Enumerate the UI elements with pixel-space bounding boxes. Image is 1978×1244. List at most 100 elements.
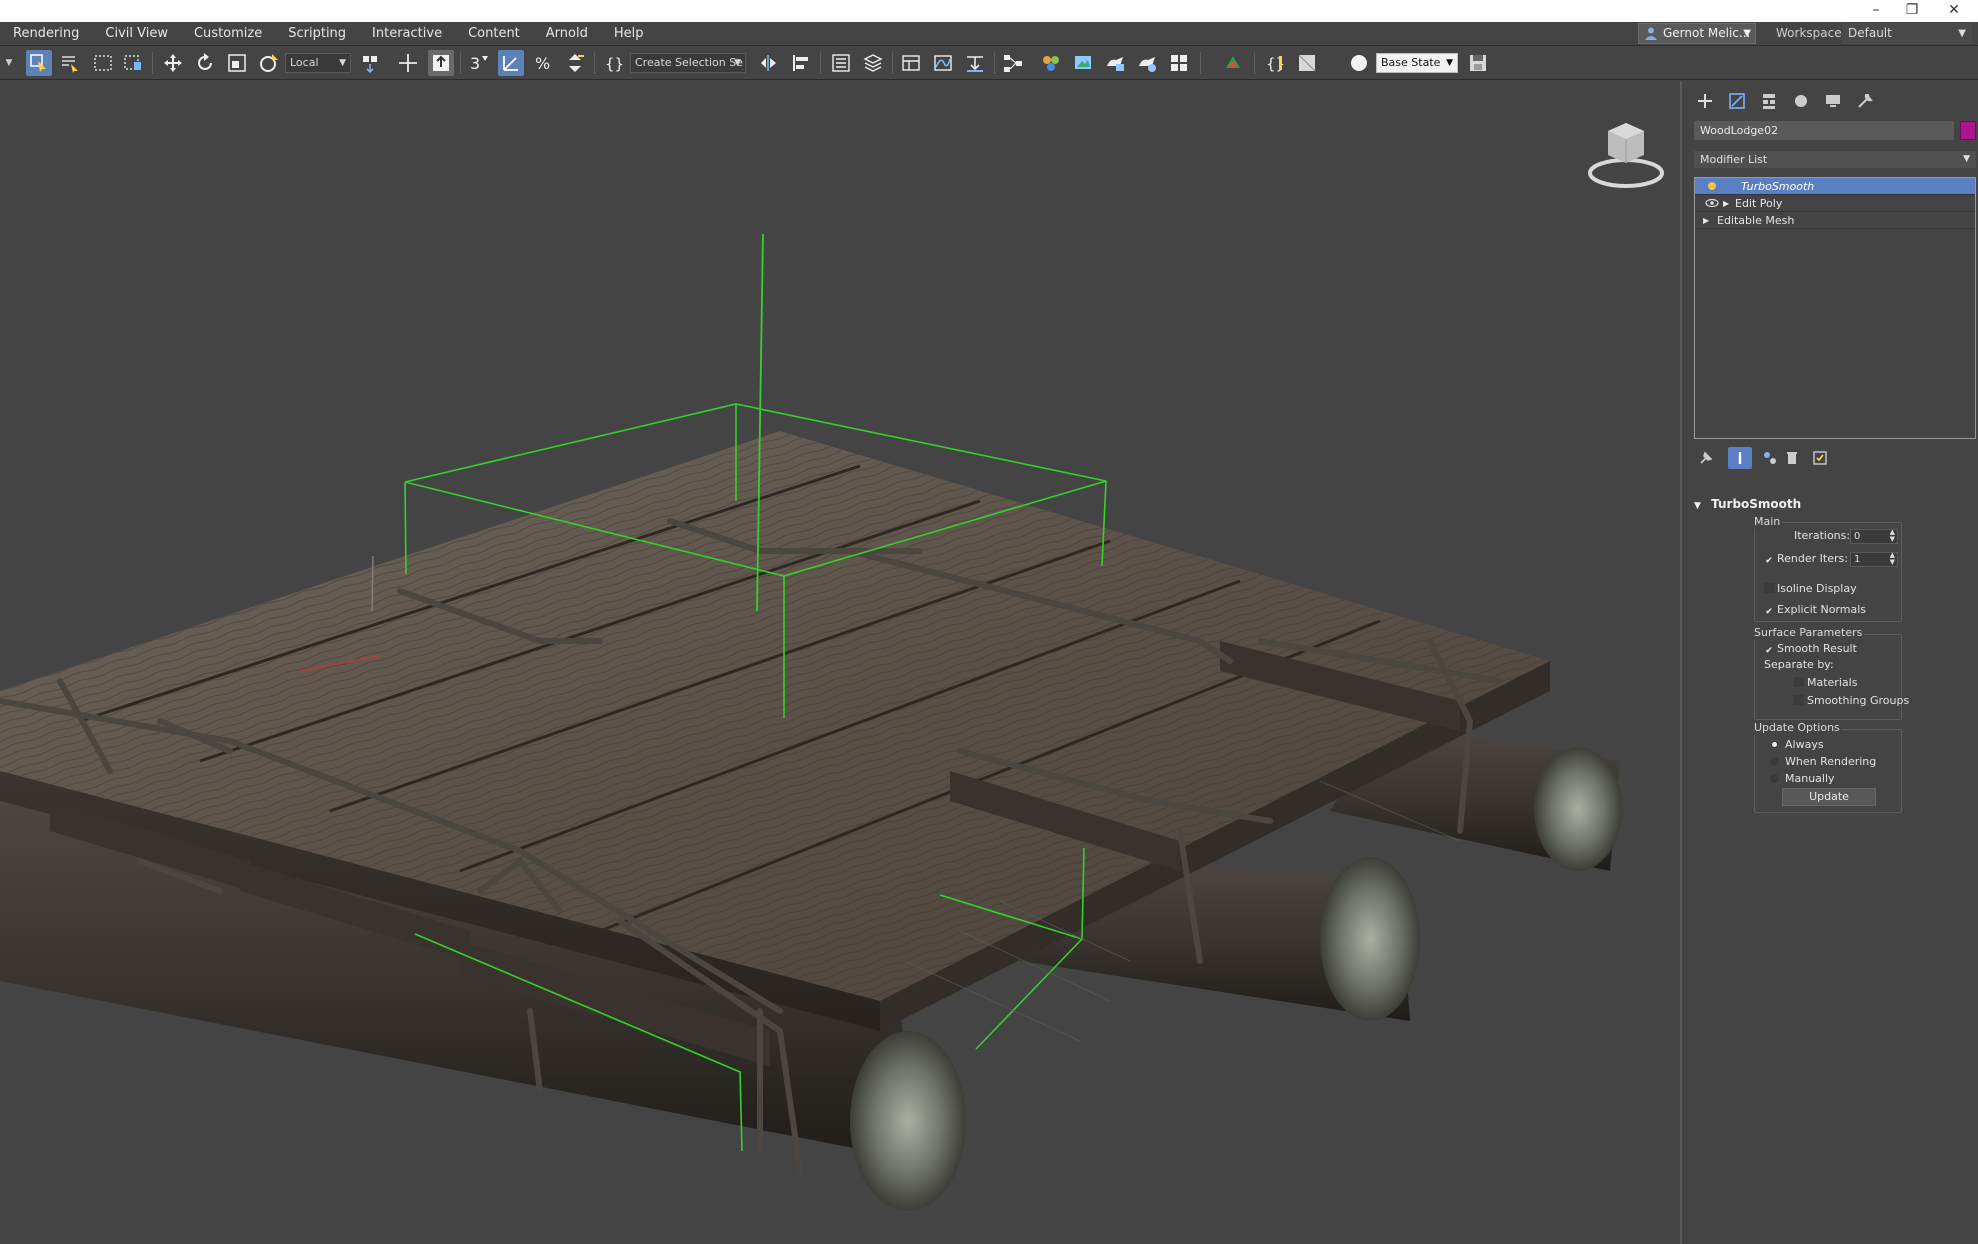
material-editor-icon[interactable] bbox=[1038, 50, 1064, 76]
select-by-name-icon[interactable] bbox=[57, 50, 83, 76]
svg-text:{}: {} bbox=[605, 55, 624, 73]
reference-coordinate-dropdown[interactable]: Local ▼ bbox=[285, 53, 351, 73]
rotate-icon[interactable] bbox=[192, 50, 218, 76]
utilities-tab-icon[interactable] bbox=[1852, 89, 1878, 113]
stack-tools bbox=[1694, 445, 1976, 471]
viewport-layout-icon[interactable] bbox=[1294, 50, 1320, 76]
stack-item-editable-mesh[interactable]: ▶ Editable Mesh bbox=[1695, 212, 1975, 229]
rendered-frame-window-icon[interactable] bbox=[1102, 50, 1128, 76]
window-crossing-icon[interactable] bbox=[120, 50, 146, 76]
select-manipulate-icon[interactable] bbox=[395, 50, 421, 76]
scene-explorer-icon[interactable] bbox=[828, 50, 854, 76]
bulb-icon[interactable] bbox=[1705, 180, 1719, 192]
eye-icon[interactable] bbox=[1705, 197, 1719, 209]
keyboard-shortcut-override-icon[interactable] bbox=[428, 50, 454, 76]
isoline-display-checkbox[interactable]: Isoline Display bbox=[1764, 581, 1857, 597]
stack-item-edit-poly[interactable]: ▶ Edit Poly bbox=[1695, 195, 1975, 212]
state-set-dropdown[interactable]: Base State ▼ bbox=[1376, 53, 1458, 73]
smooth-result-checkbox[interactable]: ✔ Smooth Result bbox=[1764, 641, 1857, 657]
select-object-icon[interactable] bbox=[26, 50, 52, 76]
hierarchy-tab-icon[interactable] bbox=[1756, 89, 1782, 113]
layer-explorer-icon[interactable] bbox=[860, 50, 886, 76]
coord-system-value: Local bbox=[290, 56, 319, 69]
dope-sheet-icon[interactable] bbox=[962, 50, 988, 76]
mirror-icon[interactable] bbox=[756, 50, 782, 76]
render-in-cloud-icon[interactable] bbox=[1166, 50, 1192, 76]
render-iters-checkbox[interactable]: ✔ Render Iters: bbox=[1764, 551, 1848, 567]
move-icon[interactable] bbox=[160, 50, 186, 76]
pin-stack-icon[interactable] bbox=[1694, 447, 1718, 469]
remove-modifier-icon[interactable] bbox=[1780, 447, 1804, 469]
spinner-arrows-icon[interactable]: ▲ ▼ bbox=[1890, 529, 1895, 543]
rollout-header-turbosmooth[interactable]: ▼ TurboSmooth bbox=[1694, 495, 1976, 513]
update-button[interactable]: Update bbox=[1782, 788, 1876, 806]
toolbar-menu-icon[interactable]: ▼ bbox=[0, 50, 18, 76]
user-account-dropdown[interactable]: Gernot Melic... ▼ bbox=[1638, 23, 1756, 44]
iterations-spinner[interactable]: 0 ▲ ▼ bbox=[1850, 529, 1898, 544]
expand-arrow-icon[interactable]: ▶ bbox=[1703, 212, 1709, 229]
menu-content[interactable]: Content bbox=[455, 22, 533, 46]
materials-checkbox[interactable]: Materials bbox=[1794, 675, 1857, 691]
align-icon[interactable] bbox=[788, 50, 814, 76]
script-icon[interactable]: {} bbox=[1262, 50, 1288, 76]
menu-scripting[interactable]: Scripting bbox=[275, 22, 359, 46]
create-selection-set-dropdown[interactable]: Create Selection Se ▼ bbox=[630, 53, 746, 73]
smooth-result-label: Smooth Result bbox=[1777, 642, 1857, 655]
create-tab-icon[interactable] bbox=[1692, 89, 1718, 113]
chevron-down-icon: ▼ bbox=[339, 58, 346, 68]
manually-radio[interactable]: Manually bbox=[1770, 771, 1835, 787]
menu-civil-view[interactable]: Civil View bbox=[92, 22, 181, 46]
render-production-icon[interactable] bbox=[1134, 50, 1160, 76]
modifier-stack: TurboSmooth ▶ Edit Poly ▶ Editable Mesh bbox=[1694, 177, 1976, 439]
curve-editor-icon[interactable] bbox=[930, 50, 956, 76]
menu-arnold[interactable]: Arnold bbox=[533, 22, 601, 46]
ribbon-toggle-icon[interactable] bbox=[898, 50, 924, 76]
object-color-swatch[interactable] bbox=[1960, 121, 1976, 140]
configure-modifier-sets-icon[interactable] bbox=[1808, 447, 1832, 469]
modify-tab-icon[interactable] bbox=[1724, 89, 1750, 113]
workspace-dropdown[interactable]: Default ▼ bbox=[1842, 23, 1972, 44]
place-icon[interactable] bbox=[256, 50, 282, 76]
minimize-button[interactable]: – bbox=[1858, 0, 1894, 22]
object-name-field[interactable]: WoodLodge02 bbox=[1694, 121, 1954, 140]
smoothing-groups-checkbox[interactable]: Smoothing Groups bbox=[1794, 693, 1909, 709]
scale-icon[interactable] bbox=[224, 50, 250, 76]
expand-arrow-icon[interactable]: ▶ bbox=[1723, 195, 1729, 212]
viewcube-icon[interactable] bbox=[1588, 123, 1664, 188]
menu-help[interactable]: Help bbox=[601, 22, 657, 46]
motion-tab-icon[interactable] bbox=[1788, 89, 1814, 113]
close-button[interactable]: ✕ bbox=[1936, 0, 1972, 22]
always-radio[interactable]: Always bbox=[1770, 737, 1824, 753]
stack-item-turbosmooth[interactable]: TurboSmooth bbox=[1695, 178, 1975, 195]
separate-by-label: Separate by: bbox=[1764, 658, 1834, 671]
spinner-snap-icon[interactable] bbox=[562, 50, 588, 76]
scene-render bbox=[0, 123, 1664, 1211]
render-iters-spinner[interactable]: 1 ▲ ▼ bbox=[1850, 552, 1898, 567]
rectangle-selection-icon[interactable] bbox=[90, 50, 116, 76]
show-end-result-icon[interactable] bbox=[1728, 447, 1752, 469]
perspective-viewport[interactable] bbox=[0, 81, 1682, 1244]
menu-customize[interactable]: Customize bbox=[181, 22, 275, 46]
collapse-arrow-icon[interactable]: ▼ bbox=[1694, 501, 1701, 511]
display-tab-icon[interactable] bbox=[1820, 89, 1846, 113]
snaps-toggle-icon[interactable]: 3 bbox=[466, 50, 492, 76]
stack-item-label: Edit Poly bbox=[1735, 197, 1783, 210]
spinner-arrows-icon[interactable]: ▲ ▼ bbox=[1890, 552, 1895, 566]
restore-button[interactable]: ❐ bbox=[1894, 0, 1930, 22]
shaded-sphere-icon[interactable] bbox=[1346, 50, 1372, 76]
user-icon bbox=[1645, 27, 1657, 40]
modifier-list-dropdown[interactable]: Modifier List ▼ bbox=[1694, 151, 1976, 168]
edit-named-selection-icon[interactable]: {} bbox=[600, 50, 626, 76]
menu-interactive[interactable]: Interactive bbox=[359, 22, 455, 46]
explicit-normals-checkbox[interactable]: ✔ Explicit Normals bbox=[1764, 602, 1866, 618]
schematic-view-icon[interactable] bbox=[1000, 50, 1026, 76]
when-rendering-radio[interactable]: When Rendering bbox=[1770, 754, 1876, 770]
percent-snap-icon[interactable]: % bbox=[530, 50, 556, 76]
save-state-icon[interactable] bbox=[1465, 50, 1491, 76]
angle-snap-icon[interactable] bbox=[498, 50, 524, 76]
arnold-render-icon[interactable] bbox=[1220, 50, 1246, 76]
pivot-point-icon[interactable] bbox=[357, 50, 383, 76]
render-setup-icon[interactable] bbox=[1070, 50, 1096, 76]
menu-rendering[interactable]: Rendering bbox=[0, 22, 92, 46]
make-unique-icon[interactable] bbox=[1758, 447, 1782, 469]
